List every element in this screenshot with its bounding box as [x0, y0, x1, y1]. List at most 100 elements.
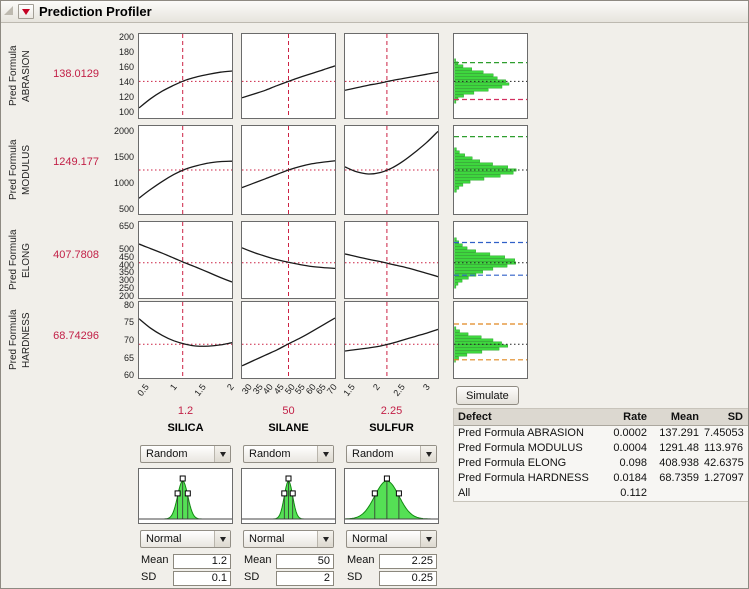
response-label-line: ELONG [20, 221, 33, 299]
response-current-value-HARDNESS[interactable]: 68.74296 [41, 330, 99, 342]
factor-distribution-plot-SILANE[interactable] [241, 468, 336, 524]
profile-cell-ELONG-SILICA[interactable] [138, 221, 233, 299]
response-current-value-ELONG[interactable]: 407.7808 [41, 249, 99, 261]
mean-input-SILANE[interactable]: 50 [276, 554, 334, 569]
sd-input-SULFUR[interactable]: 0.25 [379, 571, 437, 586]
plot-canvas [139, 302, 232, 378]
simulate-button[interactable]: Simulate [456, 386, 519, 405]
defect-table-cell: Pred Formula ELONG [454, 456, 604, 471]
dropdown-selected-label: Normal [244, 533, 317, 545]
mean-input-SILICA[interactable]: 1.2 [173, 554, 231, 569]
profile-cell-MODULUS-SILANE[interactable] [241, 125, 336, 215]
response-label-line: Pred Formula [7, 301, 20, 379]
mean-label-SULFUR: Mean [347, 554, 375, 566]
defect-table-header-row: DefectRateMeanSD [454, 409, 748, 426]
defect-table-cell: 137.291 [652, 426, 704, 441]
factor-current-value-SILICA[interactable]: 1.2 [138, 405, 233, 417]
random-dropdown-SILICA[interactable]: Random [140, 445, 231, 463]
plot-canvas [454, 302, 527, 378]
distribution-dropdown-SILANE[interactable]: Normal [243, 530, 334, 548]
y-axis-tick-label: 180 [102, 47, 134, 57]
response-label-line: Pred Formula [7, 221, 20, 299]
defect-table-cell: 1.27097 [704, 471, 748, 486]
sd-label-SILANE: SD [244, 571, 259, 583]
factor-distribution-plot-SILICA[interactable] [138, 468, 233, 524]
random-dropdown-SILANE[interactable]: Random [243, 445, 334, 463]
plot-canvas [345, 222, 438, 298]
chevron-down-icon[interactable] [420, 446, 436, 462]
defect-table-cell: 0.112 [604, 486, 652, 501]
profile-cell-ELONG-SILANE[interactable] [241, 221, 336, 299]
factor-name-SILANE: SILANE [241, 422, 336, 434]
defect-table-cell: All [454, 486, 604, 501]
simulation-histogram-ABRASION[interactable] [453, 33, 528, 119]
defect-report-table: DefectRateMeanSDPred Formula ABRASION0.0… [453, 408, 749, 502]
profile-cell-ABRASION-SILICA[interactable] [138, 33, 233, 119]
plot-canvas [345, 34, 438, 118]
y-axis-tick-label: 75 [102, 317, 134, 327]
y-axis-tick-label: 140 [102, 77, 134, 87]
defect-table-cell: Pred Formula ABRASION [454, 426, 604, 441]
chevron-down-icon[interactable] [317, 531, 333, 547]
distribution-dropdown-SILICA[interactable]: Normal [140, 530, 231, 548]
defect-table-row: All0.112 [454, 486, 748, 501]
defect-table-header-sd: SD [704, 409, 748, 425]
defect-table-header-rate: Rate [604, 409, 652, 425]
profile-cell-MODULUS-SULFUR[interactable] [344, 125, 439, 215]
factor-name-SULFUR: SULFUR [344, 422, 439, 434]
plot-canvas [345, 469, 438, 523]
response-label-line: ABRASION [20, 33, 33, 119]
factor-current-value-SILANE[interactable]: 50 [241, 405, 336, 417]
y-axis-tick-label: 120 [102, 92, 134, 102]
plot-canvas [242, 126, 335, 214]
defect-table-header-defect: Defect [454, 409, 604, 425]
sd-input-SILICA[interactable]: 0.1 [173, 571, 231, 586]
plot-canvas [139, 469, 232, 523]
factor-current-value-SULFUR[interactable]: 2.25 [344, 405, 439, 417]
defect-table-cell: 408.938 [652, 456, 704, 471]
defect-table-cell: 7.45053 [704, 426, 748, 441]
response-label-ABRASION: Pred FormulaABRASION [4, 33, 36, 119]
mean-input-SULFUR[interactable]: 2.25 [379, 554, 437, 569]
plot-canvas [345, 302, 438, 378]
profile-cell-ELONG-SULFUR[interactable] [344, 221, 439, 299]
simulation-histogram-ELONG[interactable] [453, 221, 528, 299]
simulation-histogram-MODULUS[interactable] [453, 125, 528, 215]
profile-cell-ABRASION-SILANE[interactable] [241, 33, 336, 119]
simulation-histogram-HARDNESS[interactable] [453, 301, 528, 379]
chevron-down-glyph [323, 452, 329, 457]
defect-table-row: Pred Formula HARDNESS0.018468.73591.2709… [454, 471, 748, 486]
profile-cell-ABRASION-SULFUR[interactable] [344, 33, 439, 119]
chevron-down-icon[interactable] [420, 531, 436, 547]
factor-name-SILICA: SILICA [138, 422, 233, 434]
dropdown-selected-label: Normal [141, 533, 214, 545]
response-current-value-MODULUS[interactable]: 1249.177 [41, 156, 99, 168]
y-axis-tick-label: 70 [102, 335, 134, 345]
chevron-down-icon[interactable] [317, 446, 333, 462]
response-label-HARDNESS: Pred FormulaHARDNESS [4, 301, 36, 379]
profile-cell-HARDNESS-SILANE[interactable] [241, 301, 336, 379]
defect-table-cell [652, 486, 704, 501]
plot-canvas [242, 222, 335, 298]
profile-cell-MODULUS-SILICA[interactable] [138, 125, 233, 215]
y-axis-tick-label: 500 [102, 204, 134, 214]
plot-canvas [454, 34, 527, 118]
factor-distribution-plot-SULFUR[interactable] [344, 468, 439, 524]
response-label-line: MODULUS [20, 125, 33, 215]
sd-input-SILANE[interactable]: 2 [276, 571, 334, 586]
jmp-prediction-profiler-window: Prediction Profiler Pred FormulaABRASION… [0, 0, 749, 589]
response-current-value-ABRASION[interactable]: 138.0129 [41, 68, 99, 80]
response-label-line: Pred Formula [7, 125, 20, 215]
chevron-down-glyph [426, 452, 432, 457]
chevron-down-icon[interactable] [214, 446, 230, 462]
random-dropdown-SULFUR[interactable]: Random [346, 445, 437, 463]
chevron-down-icon[interactable] [214, 531, 230, 547]
mean-label-SILANE: Mean [244, 554, 272, 566]
defect-table-cell: 0.0002 [604, 426, 652, 441]
defect-table-header-mean: Mean [652, 409, 704, 425]
distribution-dropdown-SULFUR[interactable]: Normal [346, 530, 437, 548]
profile-cell-HARDNESS-SILICA[interactable] [138, 301, 233, 379]
mean-label-SILICA: Mean [141, 554, 169, 566]
profile-cell-HARDNESS-SULFUR[interactable] [344, 301, 439, 379]
defect-table-cell: 113.976 [704, 441, 748, 456]
